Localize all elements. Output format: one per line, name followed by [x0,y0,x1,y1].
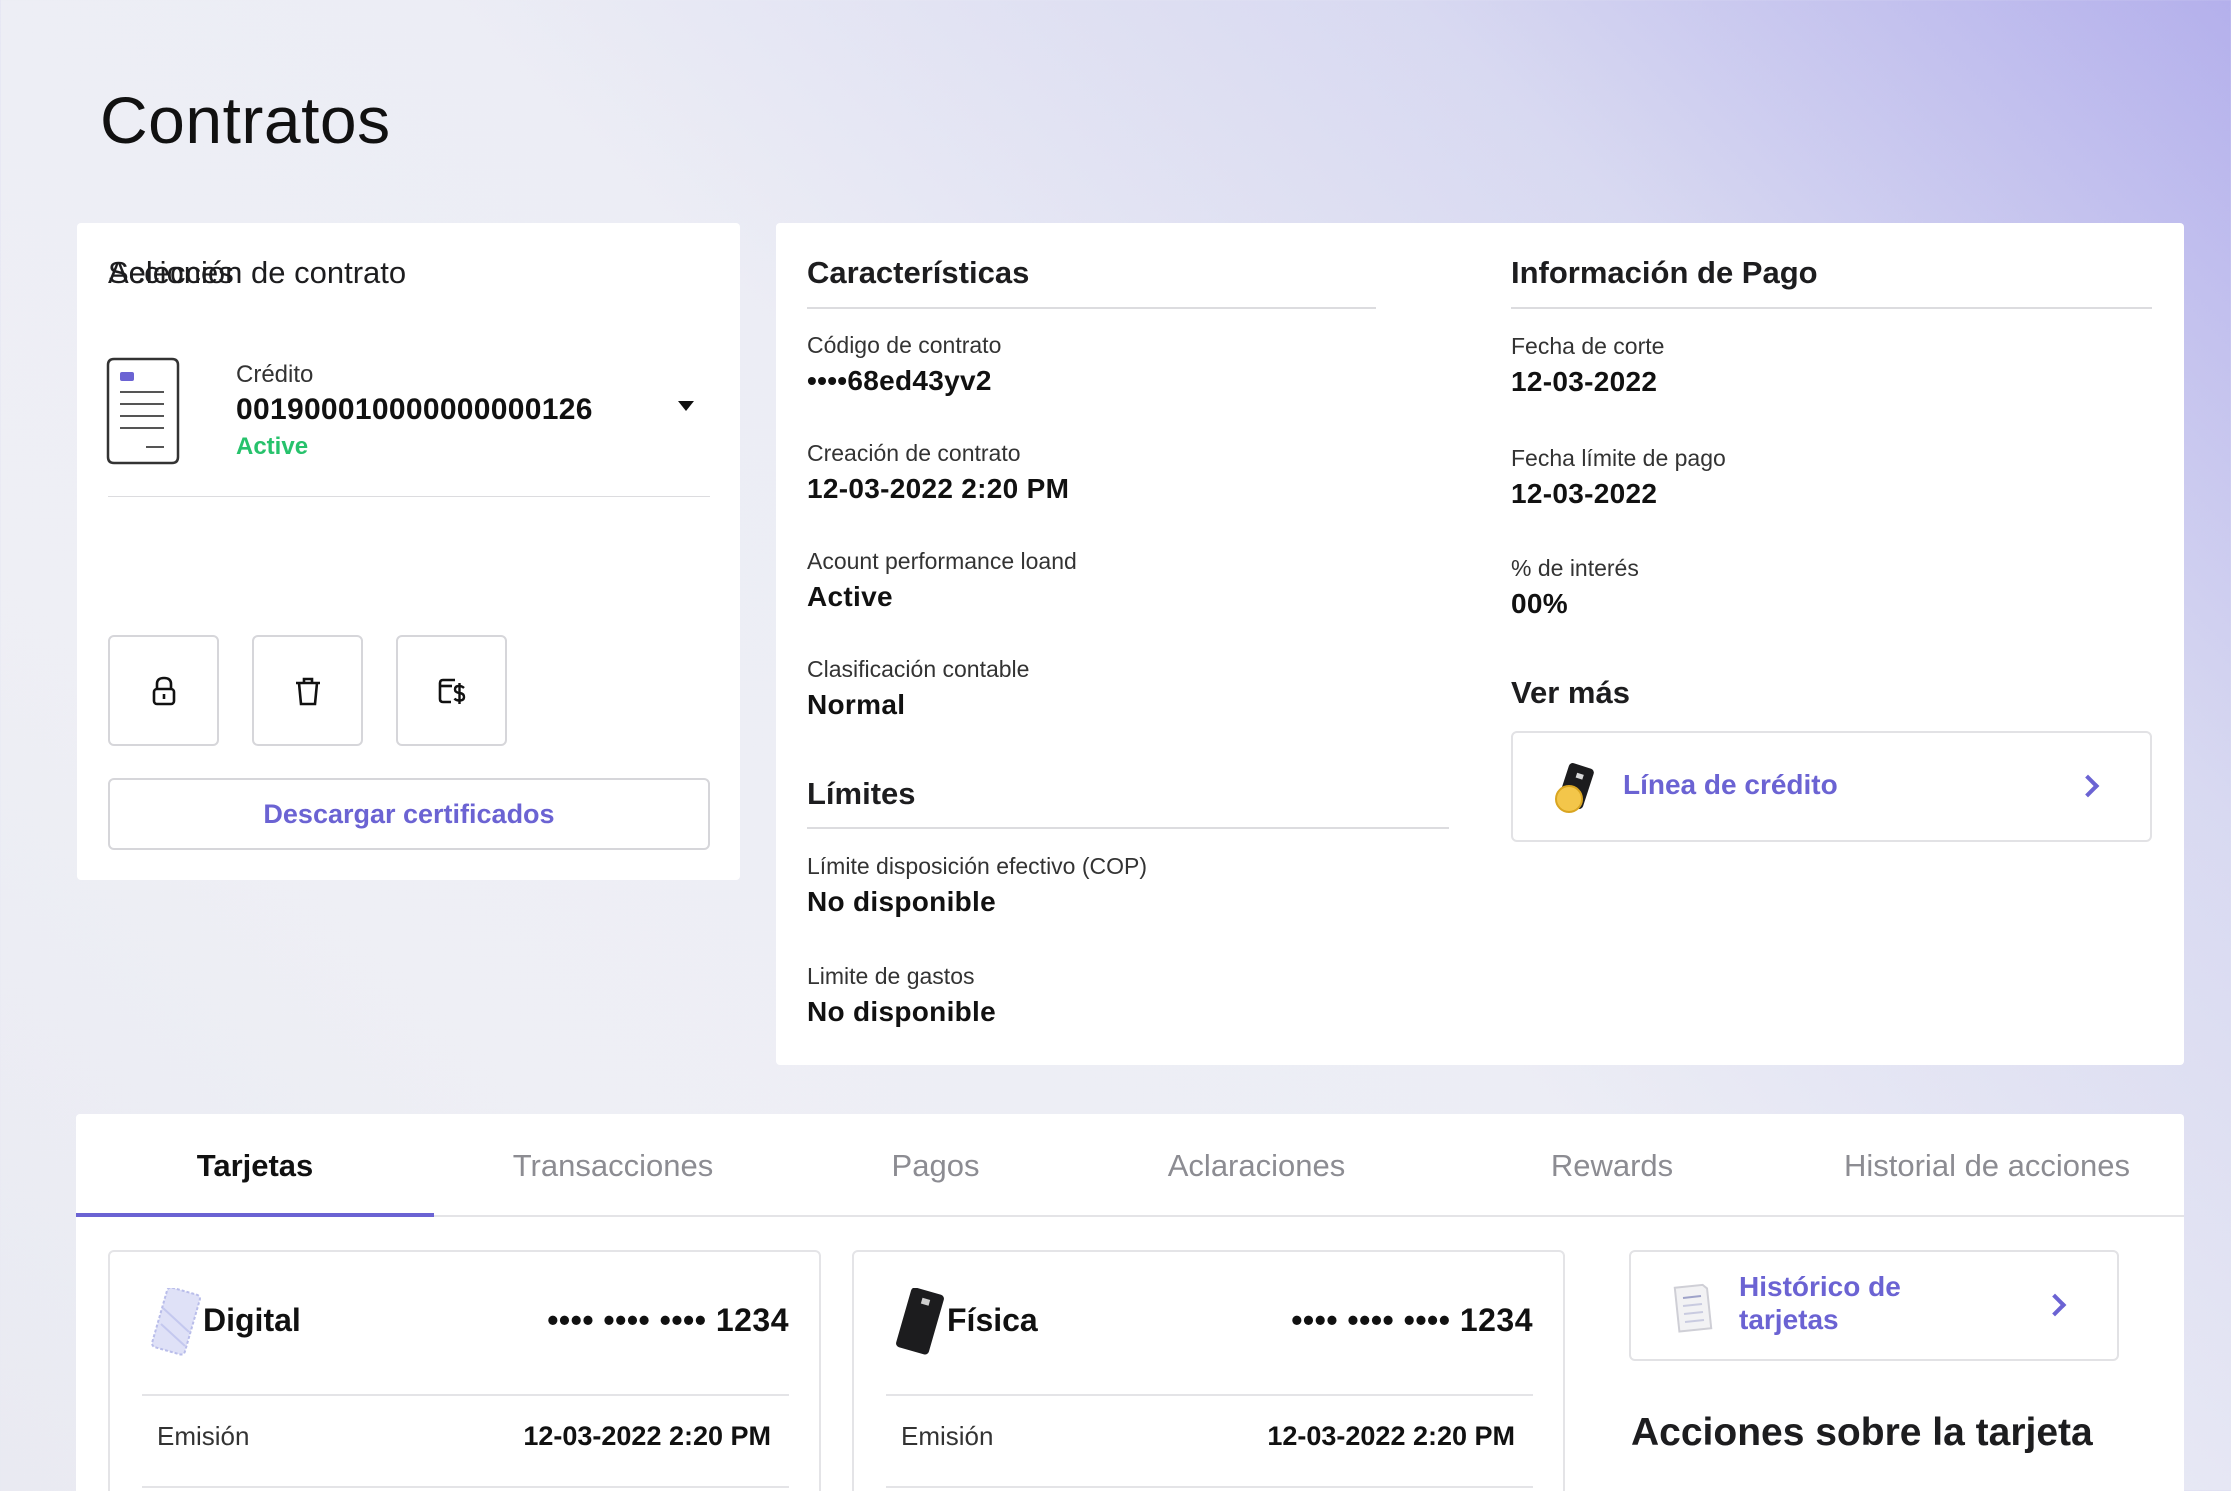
interest-rate-field: % de interés 00% [1511,555,1639,620]
field-value: No disponible [807,996,997,1027]
divider [108,496,710,497]
field-label: Acount performance loand [807,548,1077,574]
contract-selection-card: Selección de contrato Crédito 0019000100… [77,223,740,880]
divider [886,1394,1533,1396]
field-value: ••••68ed43yv2 [807,365,992,396]
digital-card-icon [151,1288,201,1356]
field-label: Clasificación contable [807,656,1030,682]
download-certificates-button[interactable]: Descargar certificados [108,778,710,850]
card-history-label: Histórico de tarjetas [1739,1270,1979,1336]
history-document-icon [1673,1283,1713,1333]
physical-card-panel[interactable]: Física •••• •••• •••• 1234 Emisión 12-03… [852,1250,1565,1491]
spending-limit-field: Limite de gastos No disponible [807,963,996,1028]
divider [807,307,1376,309]
payment-due-date-field: Fecha límite de pago 12-03-2022 [1511,445,1726,510]
ver-mas-heading: Ver más [1511,675,1630,710]
field-value: Active [807,581,893,612]
field-label: Código de contrato [807,332,1002,358]
credit-line-label: Línea de crédito [1623,769,1838,800]
digital-card-panel[interactable]: Digital •••• •••• •••• 1234 Emisión 12-0… [108,1250,821,1491]
page-title: Contratos [100,83,391,157]
trash-icon [295,677,320,705]
card-number: •••• •••• •••• 1234 [547,1302,789,1338]
field-value: Normal [807,689,906,720]
card-type-title: Digital [203,1302,301,1338]
cards-section: Tarjetas Transacciones Pagos Aclaracione… [76,1114,2184,1491]
contract-creation-field: Creación de contrato 12-03-2022 2:20 PM [807,440,1069,505]
emission-label: Emisión [157,1421,250,1451]
tab-bar: Tarjetas Transacciones Pagos Aclaracione… [76,1114,2184,1217]
chevron-right-icon [2076,774,2100,798]
payment-card-button[interactable] [396,635,507,746]
limits-heading: Límites [807,776,916,811]
document-icon [106,357,180,465]
chevron-down-icon[interactable] [678,401,694,411]
lock-icon [152,676,175,705]
field-value: 12-03-2022 [1511,366,1658,397]
divider [142,1486,789,1488]
field-label: Fecha de corte [1511,333,1665,359]
tab-tarjetas[interactable]: Tarjetas [76,1114,434,1217]
divider [1511,307,2152,309]
field-label: Creación de contrato [807,440,1021,466]
field-label: Limite de gastos [807,963,975,989]
accounting-classification-field: Clasificación contable Normal [807,656,1029,721]
field-value: No disponible [807,886,997,917]
payment-info-heading: Información de Pago [1511,255,1818,290]
card-history-link[interactable]: Histórico de tarjetas [1629,1250,2119,1361]
field-value: 00% [1511,588,1568,619]
physical-card-icon [896,1288,944,1355]
tab-historial-acciones[interactable]: Historial de acciones [1790,1114,2184,1217]
tab-transacciones[interactable]: Transacciones [434,1114,792,1217]
card-type-title: Física [947,1302,1038,1338]
account-performance-field: Acount performance loand Active [807,548,1077,613]
contract-number: 001900010000000000126 [236,393,593,426]
cash-limit-field: Límite disposición efectivo (COP) No dis… [807,853,1147,918]
divider [886,1486,1533,1488]
tab-aclaraciones[interactable]: Aclaraciones [1079,1114,1434,1217]
characteristics-heading: Características [807,255,1030,290]
tab-rewards[interactable]: Rewards [1434,1114,1790,1217]
active-tab-indicator [76,1213,434,1217]
emission-label: Emisión [901,1421,994,1451]
emission-date: 12-03-2022 2:20 PM [1267,1421,1515,1451]
contract-code-field: Código de contrato ••••68ed43yv2 [807,332,1001,397]
divider [807,827,1449,829]
field-value: 12-03-2022 2:20 PM [807,473,1070,504]
divider [142,1394,789,1396]
credit-card-coin-icon [1555,763,1594,813]
field-value: 12-03-2022 [1511,478,1658,509]
field-label: Fecha límite de pago [1511,445,1726,471]
field-label: % de interés [1511,555,1639,581]
delete-button[interactable] [252,635,363,746]
contract-type: Crédito [236,361,314,388]
field-label: Límite disposición efectivo (COP) [807,853,1148,879]
emission-date: 12-03-2022 2:20 PM [523,1421,771,1451]
card-history-label-line1: Histórico de [1739,1271,1901,1302]
card-number: •••• •••• •••• 1234 [1291,1302,1533,1338]
contract-status-badge: Active [236,433,309,460]
money-card-icon [438,678,465,704]
cutoff-date-field: Fecha de corte 12-03-2022 [1511,333,1664,398]
card-actions-heading: Acciones sobre la tarjeta [1631,1411,2093,1454]
credit-line-link[interactable]: Línea de crédito [1511,731,2152,842]
lock-button[interactable] [108,635,219,746]
chevron-right-icon [2043,1293,2067,1317]
tab-pagos[interactable]: Pagos [792,1114,1079,1217]
card-history-label-line2: tarjetas [1739,1304,1839,1335]
contract-selector[interactable]: Crédito 001900010000000000126 Active [106,357,710,467]
actions-heading: Acciones [108,255,234,290]
contract-details-card: Características Código de contrato ••••6… [776,223,2184,1065]
